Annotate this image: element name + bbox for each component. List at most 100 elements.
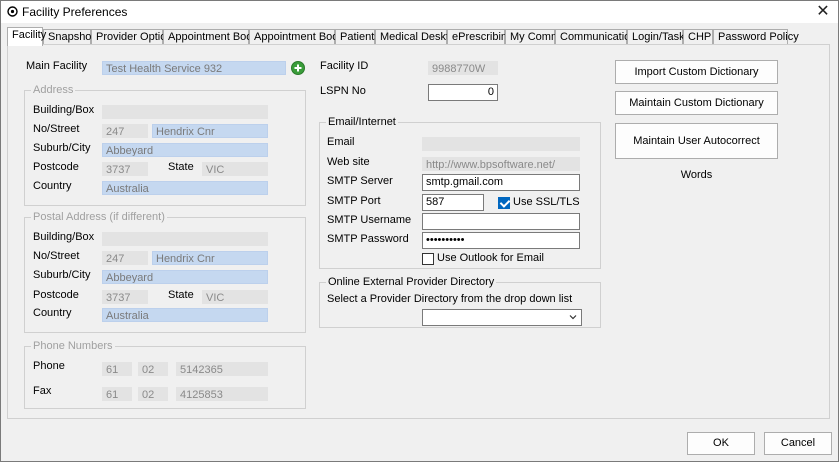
postal-street-label: No/Street	[33, 250, 80, 262]
tab-chp[interactable]: CHP	[683, 29, 713, 45]
maintain-custom-dictionary-label: Maintain Custom Dictionary	[629, 97, 764, 109]
postal-suburb-field[interactable]: Abbeyard	[102, 270, 268, 284]
postal-building-label: Building/Box	[33, 231, 95, 243]
cancel-button[interactable]: Cancel	[764, 432, 832, 455]
address-group: Address Building/Box No/Street 247 Hendr…	[24, 84, 306, 206]
state-field[interactable]: VIC	[202, 162, 268, 176]
country-field[interactable]: Australia	[102, 181, 268, 195]
state-label: State	[168, 161, 194, 173]
postcode-label: Postcode	[33, 161, 79, 173]
suburb-label: Suburb/City	[33, 142, 91, 154]
postal-postcode-field[interactable]: 3737	[102, 290, 148, 304]
window-title: Facility Preferences	[22, 5, 128, 19]
maintain-autocorrect-label: Maintain User Autocorrect Words	[633, 135, 760, 181]
email-field[interactable]	[422, 137, 580, 151]
facility-preferences-window: Facility Preferences ✕ Facility Snapshot…	[0, 0, 839, 462]
app-icon	[7, 6, 18, 17]
smtp-server-field[interactable]: smtp.gmail.com	[422, 174, 580, 191]
import-custom-dictionary-label: Import Custom Dictionary	[634, 66, 759, 78]
close-button[interactable]: ✕	[814, 3, 832, 21]
tab-password-policy[interactable]: Password Policy	[713, 29, 799, 45]
smtp-password-field[interactable]: ••••••••••	[422, 232, 580, 249]
add-facility-button[interactable]	[291, 61, 305, 75]
postal-country-label: Country	[33, 307, 72, 319]
phone-number-field[interactable]: 5142365	[176, 362, 268, 376]
street-label: No/Street	[33, 123, 80, 135]
postal-address-group: Postal Address (if different) Building/B…	[24, 211, 306, 333]
dialog-button-bar: OK Cancel	[1, 421, 838, 461]
tab-login-tasks[interactable]: Login/Tasks	[627, 29, 690, 45]
fax-label: Fax	[33, 385, 52, 397]
tab-snapshot[interactable]: Snapshot	[43, 29, 94, 45]
fax-country-field[interactable]: 61	[102, 387, 132, 401]
facility-id-field: 9988770W	[428, 61, 498, 75]
chevron-down-icon	[569, 315, 577, 320]
facility-tab-panel: Main Facility Test Health Service 932 Ad…	[7, 44, 830, 419]
tab-facility[interactable]: Facility	[7, 27, 46, 46]
postal-address-group-title: Postal Address (if different)	[31, 211, 167, 223]
smtp-username-field[interactable]	[422, 213, 580, 230]
postal-suburb-label: Suburb/City	[33, 269, 91, 281]
fax-area-field[interactable]: 02	[138, 387, 168, 401]
postal-state-field[interactable]: VIC	[202, 290, 268, 304]
smtp-password-label: SMTP Password	[327, 233, 409, 245]
suburb-field[interactable]: Abbeyard	[102, 143, 268, 157]
email-internet-group-title: Email/Internet	[326, 116, 398, 128]
smtp-server-label: SMTP Server	[327, 175, 393, 187]
email-internet-group: Email/Internet Email Web site http://www…	[319, 116, 601, 269]
postcode-field[interactable]: 3737	[102, 162, 148, 176]
ok-button[interactable]: OK	[687, 432, 755, 455]
fax-number-field[interactable]: 4125853	[176, 387, 268, 401]
use-ssl-checkbox[interactable]	[498, 197, 510, 209]
tab-medical-desktop[interactable]: Medical Desktop	[375, 29, 461, 45]
phone-country-field[interactable]: 61	[102, 362, 132, 376]
address-group-title: Address	[31, 84, 76, 96]
tab-communications[interactable]: Communications	[555, 29, 642, 45]
provider-directory-group: Online External Provider Directory Selec…	[319, 276, 601, 328]
tab-patients[interactable]: Patients	[335, 29, 380, 45]
email-label: Email	[327, 136, 355, 148]
postal-street-number-field[interactable]: 247	[102, 251, 148, 265]
lspn-field[interactable]: 0	[428, 84, 498, 101]
provider-directory-group-title: Online External Provider Directory	[326, 276, 497, 288]
tab-my-comms[interactable]: My Comms	[505, 29, 566, 45]
postal-state-label: State	[168, 289, 194, 301]
use-outlook-label: Use Outlook for Email	[437, 252, 544, 264]
phone-numbers-group: Phone Numbers Phone 61 02 5142365 Fax 61…	[24, 340, 306, 409]
postal-postcode-label: Postcode	[33, 289, 79, 301]
plus-icon	[294, 64, 302, 72]
smtp-port-label: SMTP Port	[327, 195, 381, 207]
website-field[interactable]: http://www.bpsoftware.net/	[422, 157, 580, 171]
tab-provider-options[interactable]: Provider Options	[91, 29, 178, 45]
postal-building-field[interactable]	[102, 232, 268, 246]
use-ssl-label: Use SSL/TLS	[513, 196, 580, 208]
smtp-port-field[interactable]: 587	[422, 194, 484, 211]
facility-id-label: Facility ID	[320, 60, 369, 72]
phone-numbers-group-title: Phone Numbers	[31, 340, 115, 352]
street-number-field[interactable]: 247	[102, 124, 148, 138]
building-field[interactable]	[102, 105, 268, 119]
postal-country-field[interactable]: Australia	[102, 308, 268, 322]
main-facility-label: Main Facility	[26, 60, 88, 72]
smtp-username-label: SMTP Username	[327, 214, 412, 226]
tab-appointment-book-2[interactable]: Appointment Book 2	[249, 29, 353, 45]
provider-directory-dropdown[interactable]	[422, 309, 582, 326]
tab-eprescribing[interactable]: ePrescribing	[447, 29, 513, 45]
postal-street-name-field[interactable]: Hendrix Cnr	[152, 251, 268, 265]
building-label: Building/Box	[33, 104, 95, 116]
import-custom-dictionary-button[interactable]: Import Custom Dictionary	[615, 60, 778, 84]
lspn-label: LSPN No	[320, 85, 366, 97]
street-name-field[interactable]: Hendrix Cnr	[152, 124, 268, 138]
phone-area-field[interactable]: 02	[138, 362, 168, 376]
country-label: Country	[33, 180, 72, 192]
provider-directory-prompt: Select a Provider Directory from the dro…	[327, 293, 573, 305]
cancel-label: Cancel	[780, 437, 816, 449]
title-bar: Facility Preferences ✕	[1, 1, 838, 23]
main-facility-field[interactable]: Test Health Service 932	[102, 61, 286, 75]
website-label: Web site	[327, 156, 370, 168]
maintain-autocorrect-button[interactable]: Maintain User Autocorrect Words	[615, 123, 778, 181]
tab-appointment-book-1[interactable]: Appointment Book 1	[163, 29, 267, 45]
use-outlook-checkbox[interactable]	[422, 253, 434, 265]
phone-label: Phone	[33, 360, 65, 372]
maintain-custom-dictionary-button[interactable]: Maintain Custom Dictionary	[615, 91, 778, 115]
